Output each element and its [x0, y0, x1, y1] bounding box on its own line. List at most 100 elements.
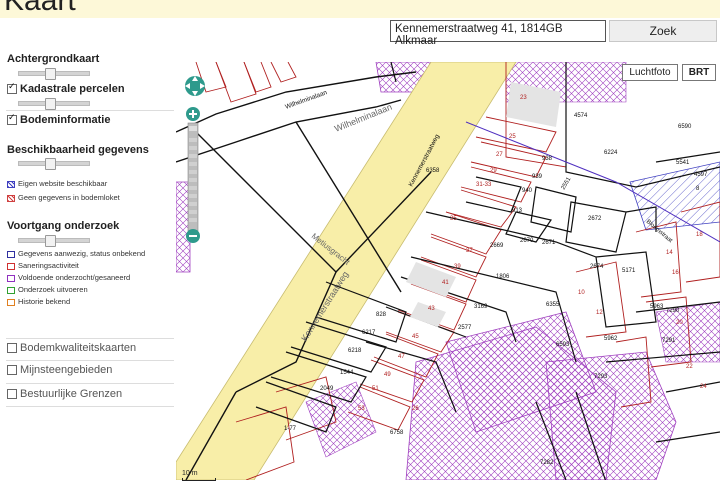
legend-label: Geen gegevens in bodemloket — [18, 193, 120, 202]
legend-swatch — [7, 250, 15, 258]
parcel-label: 14 — [666, 250, 673, 256]
legend-swatch — [7, 298, 15, 306]
beschikbaarheid-heading: Beschikbaarheid gegevens — [7, 144, 149, 156]
parcel-label: 4597 — [694, 172, 708, 178]
zoom-control — [183, 66, 207, 246]
parcel-label: 940 — [522, 188, 533, 194]
parcel-label: 24 — [700, 384, 707, 390]
header-bar: Kaart — [0, 0, 720, 18]
parcel-outlines-topleft[interactable] — [195, 62, 297, 103]
legend-swatch — [7, 274, 15, 282]
bestuurlijke-grenzen-checkbox[interactable] — [7, 389, 17, 399]
parcel-label: 6590 — [678, 124, 692, 130]
parcel-label: 7291 — [662, 338, 676, 344]
pan-control-icon[interactable] — [185, 76, 205, 96]
legend-item: Onderzoek uitvoeren — [7, 285, 88, 295]
slider-knob[interactable] — [45, 158, 56, 170]
parcel-label: 53 — [358, 406, 365, 412]
street-label: Wilhelminalaan — [284, 89, 328, 111]
kadastrale-percelen-label: Kadastrale percelen — [20, 83, 125, 95]
legend-item: Eigen website beschikbaar — [7, 179, 107, 189]
parcel-label: 6358 — [426, 168, 440, 174]
parcel-label: 828 — [376, 312, 387, 318]
kadastrale-percelen-checkbox[interactable] — [7, 81, 17, 94]
parcel-label: 25 — [509, 134, 516, 140]
brt-button[interactable]: BRT — [682, 64, 716, 81]
parcel-label: 35 — [450, 216, 457, 222]
divider — [6, 383, 174, 384]
slider-knob[interactable] — [45, 68, 56, 80]
map-canvas[interactable]: Kennemerstraatweg Kennemerstraatweg Wilh… — [176, 62, 720, 480]
parcel-label: 2049 — [320, 386, 334, 392]
parcel-label: 2671 — [542, 240, 556, 246]
legend-label: Gegevens aanwezig, status onbekend — [18, 249, 146, 258]
legend-label: Voldoende onderzocht/gesaneerd — [18, 273, 131, 282]
parcel-label: 4574 — [574, 113, 588, 119]
legend-swatch — [7, 194, 15, 202]
voortgang-heading: Voortgang onderzoek — [7, 220, 120, 232]
scale-label: 10 m — [182, 470, 198, 477]
parcel-label: 2669 — [490, 243, 504, 249]
parcel-label: 939 — [532, 174, 543, 180]
achtergrondkaart-opacity-slider[interactable] — [18, 68, 90, 80]
parcel-label: 1-77 — [284, 426, 297, 432]
parcel-label: 6758 — [390, 430, 404, 436]
voortgang-opacity-slider[interactable] — [18, 235, 90, 247]
map-svg[interactable]: Kennemerstraatweg Kennemerstraatweg Wilh… — [176, 62, 720, 480]
parcel-label: 3169 — [474, 304, 488, 310]
slider-knob[interactable] — [45, 98, 56, 110]
mijnsteengebieden-label: Mijnsteengebieden — [20, 364, 113, 376]
divider — [6, 110, 174, 111]
parcel-label: 12 — [596, 310, 603, 316]
bodemkwaliteitskaarten-checkbox[interactable] — [7, 343, 17, 353]
zoom-slider-track[interactable] — [187, 122, 199, 232]
parcel-label: 39 — [454, 264, 461, 270]
legend-item: Saneringsactiviteit — [7, 261, 79, 271]
parcel-label: 6224 — [604, 150, 618, 156]
parcel-label: 20 — [676, 320, 683, 326]
parcel-label: 5962 — [604, 336, 618, 342]
kadastrale-percelen-opacity-slider[interactable] — [18, 98, 90, 110]
parcel-label: 31-33 — [476, 182, 492, 188]
bodeminformatie-checkbox[interactable] — [7, 112, 17, 125]
legend-item: Gegevens aanwezig, status onbekend — [7, 249, 145, 259]
parcel-label: 22 — [686, 364, 693, 370]
mijnsteengebieden-checkbox[interactable] — [7, 365, 17, 375]
parcel-label: 26 — [412, 406, 419, 412]
parcel-label: 5963 — [650, 304, 664, 310]
bodeminformatie-label: Bodeminformatie — [20, 114, 111, 126]
parcel-label: 7293 — [594, 374, 608, 380]
legend-label: Historie bekend — [18, 297, 71, 306]
parcel-label: 5541 — [676, 160, 690, 166]
beschikbaarheid-opacity-slider[interactable] — [18, 158, 90, 170]
parcel-label: 2577 — [458, 325, 472, 331]
parcel-label: 2670 — [520, 238, 534, 244]
parcel-label: 23 — [520, 95, 527, 101]
parcel-label: 43 — [428, 306, 435, 312]
divider — [6, 360, 174, 361]
parcel-label: 27 — [496, 152, 503, 158]
legend-item: Voldoende onderzocht/gesaneerd — [7, 273, 130, 283]
address-search-input[interactable]: Kennemerstraatweg 41, 1814GB Alkmaar — [390, 20, 606, 47]
divider — [6, 338, 174, 339]
parcel-label: 6593 — [556, 342, 570, 348]
parcel-label: 10 — [578, 290, 585, 296]
parcel-label: 2551 — [561, 176, 573, 191]
parcel-label: 41 — [442, 280, 449, 286]
parcel-label: 18 — [696, 232, 703, 238]
parcel-label: 45 — [412, 334, 419, 340]
slider-knob[interactable] — [45, 235, 56, 247]
legend-swatch — [7, 180, 15, 188]
zoek-button[interactable]: Zoek — [609, 20, 717, 42]
zoom-out-icon[interactable] — [186, 229, 200, 243]
parcel-label: 1544 — [340, 370, 354, 376]
parcel-label: 938 — [542, 156, 553, 162]
parcel-label: 913 — [512, 208, 523, 214]
zoom-in-icon[interactable] — [186, 107, 200, 121]
parcel-label: 6217 — [362, 330, 376, 336]
divider — [6, 406, 174, 407]
luchtfoto-button[interactable]: Luchtfoto — [622, 64, 678, 81]
parcel-label: 5171 — [622, 268, 636, 274]
achtergrondkaart-heading: Achtergrondkaart — [7, 53, 100, 65]
legend-item: Historie bekend — [7, 297, 70, 307]
